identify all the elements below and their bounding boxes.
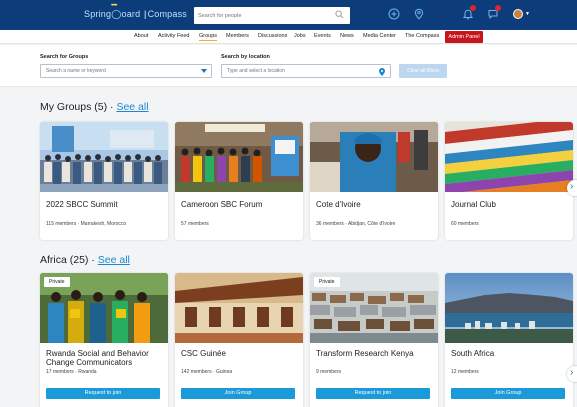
group-card[interactable]: Cote d'Ivoire 36 members · Abidjan, Côte… (310, 122, 438, 240)
location-placeholder: Type and select a location (227, 68, 285, 74)
chevron-right-icon: › (570, 181, 574, 192)
message-badge (495, 5, 501, 11)
group-card[interactable]: Journal Club 60 members (445, 122, 573, 240)
caret-down-icon[interactable] (201, 69, 207, 73)
group-photo (175, 273, 303, 343)
top-header: ••••• Spring◯oard |Compass ▼ (0, 0, 577, 30)
user-avatar[interactable] (513, 9, 523, 19)
notification-badge (470, 5, 476, 11)
group-card[interactable]: Private Transform Research Kenya 9 membe… (310, 273, 438, 407)
search-groups-label: Search for Groups (40, 54, 89, 60)
group-name[interactable]: South Africa (451, 349, 494, 358)
search-icon[interactable] (335, 10, 344, 19)
group-photo (445, 122, 573, 192)
group-meta: 60 members (451, 221, 479, 227)
group-card[interactable]: South Africa 12 members Join Group (445, 273, 573, 407)
group-name[interactable]: Journal Club (451, 200, 496, 209)
join-group-button[interactable]: Join Group (451, 388, 565, 399)
location-input[interactable]: Type and select a location (221, 64, 391, 78)
group-meta: 142 members · Guinea (181, 369, 233, 375)
nav-media-center[interactable]: Media Center (363, 33, 396, 39)
request-to-join-button[interactable]: Request to join (316, 388, 430, 399)
nav-about[interactable]: About (134, 33, 148, 39)
nav-news[interactable]: News (340, 33, 354, 39)
private-badge: Private (44, 277, 70, 287)
my-groups-scroll-right-button[interactable]: › (567, 180, 577, 196)
nav-members[interactable]: Members (226, 33, 249, 39)
group-photo (40, 122, 168, 192)
group-search-dropdown[interactable]: Search a name or keyword (40, 64, 212, 78)
group-card[interactable]: 2022 SBCC Summit 115 members · Marrakesh… (40, 122, 168, 240)
group-photo (310, 122, 438, 192)
group-name[interactable]: CSC Guinée (181, 349, 226, 358)
plus-circle-icon[interactable] (388, 8, 400, 20)
group-name[interactable]: Rwanda Social and Behavior Change Commun… (46, 349, 168, 367)
clear-filters-button[interactable]: Clear all filters (399, 64, 447, 78)
nav-discussions[interactable]: Discussions (258, 33, 287, 39)
admin-panel-button[interactable]: Admin Panel (445, 31, 483, 43)
main-nav: About Activity Feed Groups Members Discu… (0, 30, 577, 44)
group-meta: 57 members (181, 221, 209, 227)
group-filter-bar: Search for Groups Search a name or keywo… (0, 45, 577, 87)
group-card[interactable]: Private Rwanda Social and Behavior Chang… (40, 273, 168, 407)
nav-jobs[interactable]: Jobs (294, 33, 306, 39)
location-pin-icon (379, 68, 385, 76)
group-name[interactable]: Cote d'Ivoire (316, 200, 361, 209)
group-photo (175, 122, 303, 192)
group-name[interactable]: Cameroon SBC Forum (181, 200, 262, 209)
location-label: Search by location (221, 54, 270, 60)
group-name[interactable]: 2022 SBCC Summit (46, 200, 118, 209)
group-name[interactable]: Transform Research Kenya (316, 349, 414, 358)
nav-activity-feed[interactable]: Activity Feed (158, 33, 189, 39)
africa-see-all-link[interactable]: See all (98, 254, 130, 266)
nav-the-compass[interactable]: The Compass (405, 33, 439, 39)
group-card[interactable]: CSC Guinée 142 members · Guinea Join Gro… (175, 273, 303, 407)
my-groups-see-all-link[interactable]: See all (116, 101, 148, 113)
group-card[interactable]: Cameroon SBC Forum 57 members (175, 122, 303, 240)
join-group-button[interactable]: Join Group (181, 388, 295, 399)
request-to-join-button[interactable]: Request to join (46, 388, 160, 399)
people-search-input[interactable] (198, 9, 326, 22)
my-groups-heading: My Groups (5) · See all (40, 101, 149, 113)
chevron-down-icon[interactable]: ▼ (525, 11, 530, 17)
group-meta: 36 members · Abidjan, Côte d'Ivoire (316, 221, 396, 227)
people-search-box[interactable] (194, 7, 350, 24)
group-meta: 115 members · Marrakesh, Morocco (46, 221, 127, 227)
group-meta: 9 members (316, 369, 342, 375)
group-meta: 17 members · Rwanda (46, 369, 97, 375)
location-pin-icon[interactable] (413, 8, 425, 20)
group-meta: 12 members (451, 369, 479, 375)
private-badge: Private (314, 277, 340, 287)
africa-heading: Africa (25) · See all (40, 254, 130, 266)
nav-events[interactable]: Events (314, 33, 331, 39)
africa-scroll-right-button[interactable]: › (567, 366, 577, 382)
logo-sun-icon: ••••• (111, 3, 117, 9)
nav-groups[interactable]: Groups (199, 33, 218, 41)
group-search-placeholder: Search a name or keyword (46, 68, 106, 74)
springboard-compass-logo[interactable]: ••••• Spring◯oard |Compass (84, 3, 187, 20)
chevron-right-icon: › (570, 367, 574, 378)
group-photo (445, 273, 573, 343)
